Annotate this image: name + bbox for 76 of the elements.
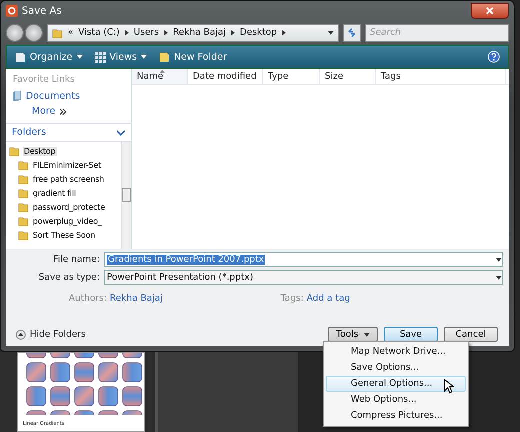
folder-icon — [18, 216, 29, 226]
collapse-icon[interactable] — [117, 130, 125, 136]
menu-item[interactable]: Map Network Drive... — [326, 344, 466, 360]
scrollbar[interactable] — [121, 142, 131, 249]
authors-link[interactable]: Rekha Bajaj — [110, 294, 163, 304]
toolbar-button[interactable]: New Folder — [159, 52, 228, 62]
menu-item[interactable]: Compress Pictures... — [326, 408, 466, 424]
page-icon — [159, 52, 170, 62]
more-link[interactable]: More — [6, 104, 131, 119]
caret-icon — [364, 332, 370, 336]
toolbar-button[interactable]: Views — [94, 52, 148, 62]
dialog-button[interactable]: Cancel — [444, 327, 498, 342]
refresh-icon — [347, 28, 357, 38]
file-name-field[interactable]: Gradients in PowerPoint 2007.pptx — [104, 252, 503, 267]
caret-icon — [496, 276, 502, 280]
app-icon — [6, 5, 18, 17]
menu-item[interactable]: Save Options... — [326, 360, 466, 376]
folder-item[interactable]: free path screensh — [32, 174, 106, 184]
folder-icon — [18, 202, 29, 212]
caret-icon — [141, 55, 148, 59]
folder-icon — [18, 160, 29, 170]
folder-item[interactable]: password_protecte — [32, 202, 106, 212]
sort-arrow-icon — [160, 70, 165, 73]
address-bar[interactable]: « Vista (C:) Users Rekha Bajaj Desktop — [47, 24, 339, 42]
folder-item[interactable]: Sort These Soon — [32, 230, 96, 240]
caret-icon — [496, 258, 502, 262]
file-type-dropdown[interactable]: PowerPoint Presentation (*.pptx) — [104, 270, 503, 285]
field-label: Authors: — [69, 294, 108, 304]
document-icon — [12, 91, 22, 102]
window-title: Save As — [22, 6, 62, 16]
hide-folders-button[interactable]: Hide Folders — [12, 330, 86, 340]
mouse-cursor-icon — [444, 379, 454, 394]
folder-item[interactable]: FILEminimizer-Set — [32, 160, 102, 170]
section-heading: Favorite Links — [12, 74, 76, 87]
search-field[interactable]: Search — [365, 24, 509, 42]
breadcrumb[interactable]: Desktop — [240, 28, 278, 38]
tags-link[interactable]: Add a tag — [306, 294, 350, 304]
refresh-button[interactable] — [343, 24, 361, 42]
folder-icon — [18, 230, 29, 240]
folder-icon — [18, 188, 29, 198]
field-label: Tags: — [280, 294, 304, 304]
menu-item[interactable]: Web Options... — [326, 392, 466, 408]
folder-item[interactable]: powerplug_video_ — [32, 216, 103, 226]
dialog-button[interactable]: Save — [384, 327, 438, 342]
folder-item[interactable]: Desktop — [23, 146, 57, 156]
caret-icon — [328, 31, 334, 35]
column-header[interactable]: Name — [132, 69, 188, 84]
page-icon — [15, 52, 26, 62]
menu-item[interactable]: General Options... — [326, 376, 466, 392]
separator-arrow-icon — [282, 30, 286, 36]
breadcrumb[interactable]: Vista (C:) — [78, 28, 120, 38]
folder-icon — [18, 174, 29, 184]
grid-icon — [94, 52, 106, 62]
breadcrumb[interactable]: Users — [134, 28, 160, 38]
back-button[interactable] — [6, 24, 24, 42]
forward-button[interactable] — [25, 24, 43, 42]
separator-arrow-icon — [164, 30, 168, 36]
help-icon[interactable] — [488, 51, 500, 63]
section-heading: Folders — [12, 127, 46, 138]
collapse-icon — [16, 330, 26, 340]
tools-button[interactable]: Tools — [328, 327, 378, 342]
field-label: Save as type: — [38, 272, 100, 282]
folder-icon — [52, 28, 63, 38]
folder-item[interactable]: gradient fill — [32, 188, 78, 198]
breadcrumb[interactable]: Rekha Bajaj — [173, 28, 226, 38]
overflow-chevron[interactable]: « — [68, 28, 74, 38]
close-icon — [486, 7, 494, 15]
caret-icon — [76, 55, 83, 59]
close-button[interactable] — [471, 3, 509, 19]
separator-arrow-icon — [124, 30, 129, 36]
chevron-icon — [60, 108, 67, 114]
folder-icon — [9, 146, 20, 156]
toolbar-button[interactable]: Organize — [15, 52, 83, 62]
separator-arrow-icon — [231, 30, 236, 36]
field-label: File name: — [52, 254, 100, 264]
favorite-link[interactable]: Documents — [6, 89, 131, 104]
